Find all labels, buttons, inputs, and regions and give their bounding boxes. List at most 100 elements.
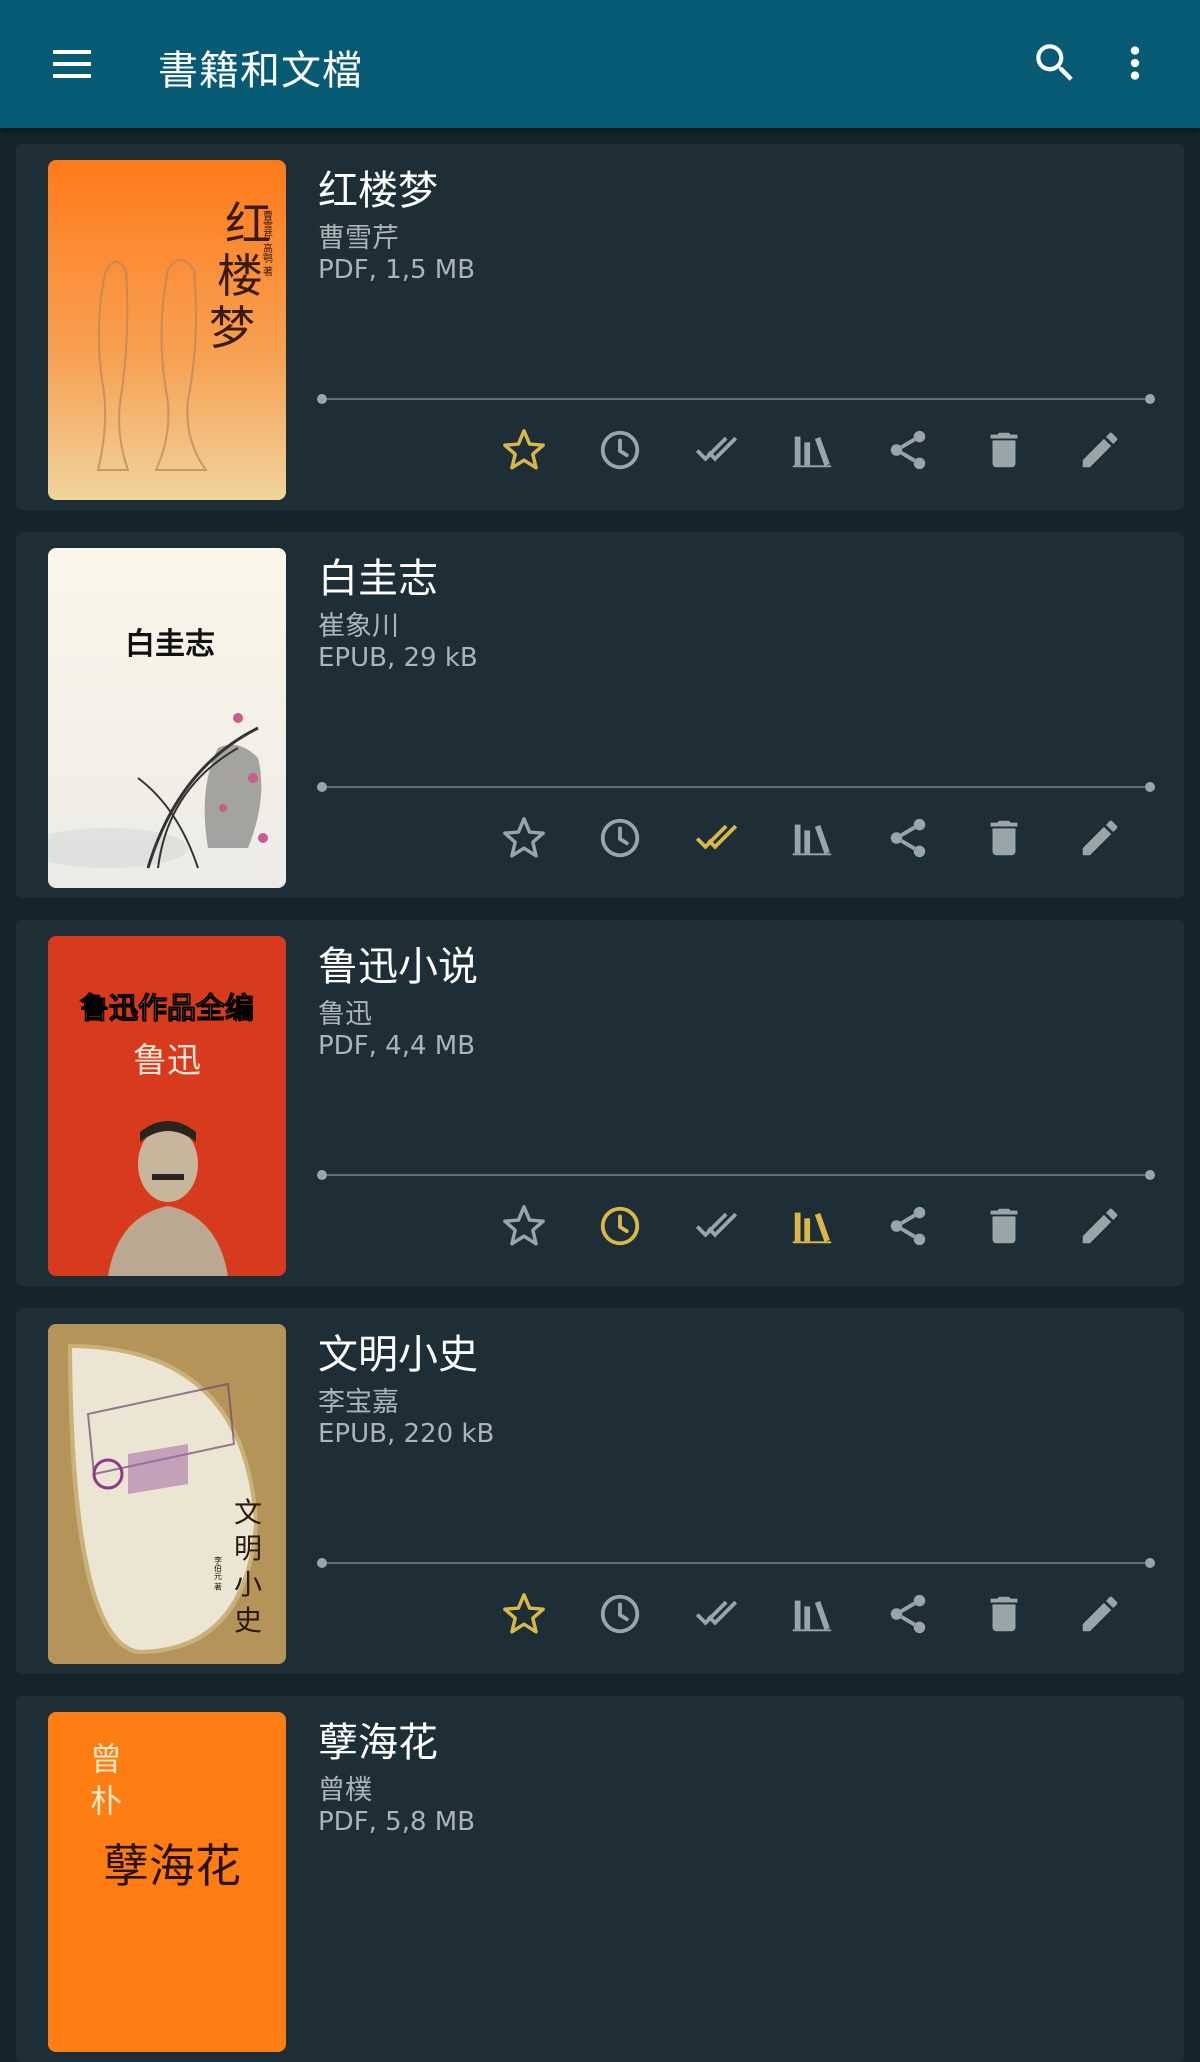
share-button[interactable] xyxy=(878,1584,938,1644)
favorite-button[interactable] xyxy=(494,808,554,868)
book-cover[interactable]: 曾 朴 孽海花 xyxy=(48,1712,286,2052)
share-button[interactable] xyxy=(878,808,938,868)
done-all-icon xyxy=(695,1212,738,1238)
favorite-button[interactable] xyxy=(494,420,554,480)
book-title: 孽海花 xyxy=(318,1720,438,1766)
cover-text: 文 xyxy=(234,1496,262,1529)
favorite-button[interactable] xyxy=(494,1196,554,1256)
edit-icon xyxy=(1082,820,1118,856)
delete-icon xyxy=(990,820,1018,856)
favorite-button[interactable] xyxy=(494,1584,554,1644)
share-icon xyxy=(890,1206,926,1246)
to-read-button[interactable] xyxy=(590,808,650,868)
finished-button[interactable] xyxy=(686,808,746,868)
to-read-button[interactable] xyxy=(590,420,650,480)
clock-icon xyxy=(600,1206,640,1246)
book-author: 崔象川 xyxy=(318,611,399,642)
cover-small-text: 曹雪芹 高鹗 著 xyxy=(261,209,273,277)
share-icon xyxy=(890,818,926,858)
book-title: 红楼梦 xyxy=(318,168,438,214)
book-actions xyxy=(494,1584,1166,1644)
edit-button[interactable] xyxy=(1070,1196,1130,1256)
finished-button[interactable] xyxy=(686,1584,746,1644)
star-icon xyxy=(503,1205,545,1246)
edit-button[interactable] xyxy=(1070,1584,1130,1644)
book-actions xyxy=(494,808,1166,868)
shelf-button[interactable] xyxy=(782,808,842,868)
share-button[interactable] xyxy=(878,420,938,480)
finished-button[interactable] xyxy=(686,420,746,480)
book-card[interactable]: 红 楼 梦 曹雪芹 高鹗 著 红楼梦 曹雪芹 PDF, 1,5 MB xyxy=(16,144,1184,510)
book-cover[interactable]: 文 明 小 史 李伯元 著 xyxy=(48,1324,286,1664)
book-actions xyxy=(494,1196,1166,1256)
book-cover[interactable]: 红 楼 梦 曹雪芹 高鹗 著 xyxy=(48,160,286,500)
star-icon xyxy=(503,429,545,470)
reading-progress[interactable] xyxy=(317,781,1155,793)
book-card[interactable]: 文 明 小 史 李伯元 著 文明小史 李宝嘉 EPUB, 220 kB xyxy=(16,1308,1184,1674)
library-icon xyxy=(792,824,832,856)
cover-text: 梦 xyxy=(209,301,255,355)
cover-text: 鲁迅 xyxy=(133,1041,201,1081)
book-actions xyxy=(494,420,1166,480)
book-author: 李宝嘉 xyxy=(318,1387,399,1418)
book-title: 文明小史 xyxy=(318,1332,478,1378)
clock-icon xyxy=(600,1594,640,1634)
delete-button[interactable] xyxy=(974,1196,1034,1256)
cover-text: 曾 xyxy=(90,1740,122,1778)
cover-text: 史 xyxy=(234,1604,262,1637)
delete-icon xyxy=(990,1596,1018,1632)
delete-button[interactable] xyxy=(974,808,1034,868)
library-icon xyxy=(792,1600,832,1632)
share-button[interactable] xyxy=(878,1196,938,1256)
delete-button[interactable] xyxy=(974,1584,1034,1644)
done-all-icon xyxy=(695,1600,738,1626)
finished-button[interactable] xyxy=(686,1196,746,1256)
library-icon xyxy=(792,436,832,468)
cover-text: 明 xyxy=(234,1532,262,1565)
more-vert-icon[interactable] xyxy=(1110,38,1160,88)
to-read-button[interactable] xyxy=(590,1584,650,1644)
clock-icon xyxy=(600,818,640,858)
book-title: 鲁迅小说 xyxy=(318,944,478,990)
reading-progress[interactable] xyxy=(317,1557,1155,1569)
book-card[interactable]: 曾 朴 孽海花 孽海花 曾樸 PDF, 5,8 MB xyxy=(16,1696,1184,2062)
to-read-button[interactable] xyxy=(590,1196,650,1256)
star-icon xyxy=(503,817,545,858)
share-icon xyxy=(890,430,926,470)
share-icon xyxy=(890,1594,926,1634)
shelf-button[interactable] xyxy=(782,420,842,480)
book-author: 鲁迅 xyxy=(318,999,372,1030)
book-card[interactable]: 白圭志 白圭志 崔象川 EPUB, 29 kB xyxy=(16,532,1184,898)
book-meta: EPUB, 29 kB xyxy=(318,643,478,673)
book-author: 曹雪芹 xyxy=(318,223,399,254)
cover-text: 小 xyxy=(234,1568,262,1601)
app-bar: 書籍和文檔 xyxy=(0,0,1200,128)
book-author: 曾樸 xyxy=(318,1775,372,1806)
cover-small-text: 李伯元 著 xyxy=(214,1555,223,1592)
book-meta: PDF, 1,5 MB xyxy=(318,255,476,285)
cover-text: 孽海花 xyxy=(103,1839,241,1893)
done-all-icon xyxy=(695,436,738,462)
search-icon[interactable] xyxy=(1030,38,1080,88)
shelf-button[interactable] xyxy=(782,1196,842,1256)
book-cover[interactable]: 白圭志 xyxy=(48,548,286,888)
book-meta: PDF, 4,4 MB xyxy=(318,1031,476,1061)
star-icon xyxy=(503,1593,545,1634)
menu-icon[interactable] xyxy=(40,36,104,92)
book-card[interactable]: 鲁迅作品全编 鲁迅 鲁迅小说 鲁迅 PDF, 4,4 MB xyxy=(16,920,1184,1286)
reading-progress[interactable] xyxy=(317,1169,1155,1181)
edit-button[interactable] xyxy=(1070,420,1130,480)
cover-text: 白圭志 xyxy=(125,627,215,662)
cover-text: 鲁迅作品全编 xyxy=(80,991,254,1025)
book-cover[interactable]: 鲁迅作品全编 鲁迅 xyxy=(48,936,286,1276)
delete-icon xyxy=(990,432,1018,468)
edit-icon xyxy=(1082,1596,1118,1632)
delete-button[interactable] xyxy=(974,420,1034,480)
reading-progress[interactable] xyxy=(317,393,1155,405)
book-meta: EPUB, 220 kB xyxy=(318,1419,495,1449)
app-title: 書籍和文檔 xyxy=(158,48,363,94)
delete-icon xyxy=(990,1208,1018,1244)
book-title: 白圭志 xyxy=(318,556,438,602)
shelf-button[interactable] xyxy=(782,1584,842,1644)
edit-button[interactable] xyxy=(1070,808,1130,868)
